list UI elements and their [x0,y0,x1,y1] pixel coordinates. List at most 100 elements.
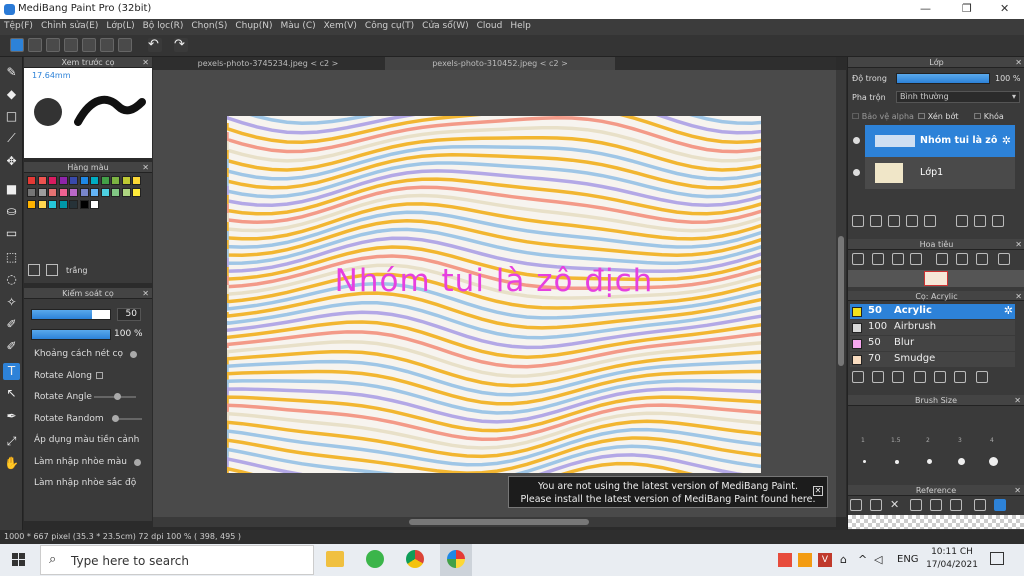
brush-tool-icon[interactable]: ✎ [3,64,20,81]
fit-screen-icon[interactable] [956,253,968,265]
share-icon[interactable] [28,38,42,52]
close-icon[interactable]: ✕ [890,499,902,511]
brush-opacity-slider[interactable] [31,329,111,340]
select-eraser-icon[interactable]: ✐ [3,338,20,355]
rotate-random-slider[interactable] [112,415,142,422]
protect-alpha-checkbox[interactable]: ☐ Bảo vệ alpha [852,112,914,121]
menu-tools[interactable]: Công cụ(T) [361,19,418,31]
tray-network-icon[interactable]: ⌂ [840,553,847,566]
color-swatch[interactable] [37,200,47,209]
menu-snap[interactable]: Chụp(N) [231,19,276,31]
text-tool-icon[interactable]: T [3,363,20,380]
gradient-tool-icon[interactable]: ▭ [3,225,20,242]
new-1bit-layer-icon[interactable] [906,215,918,227]
brush-size-value[interactable]: 50 [117,308,141,321]
panel-close-icon[interactable]: ✕ [1014,485,1021,496]
panel-close-icon[interactable]: ✕ [1014,395,1021,406]
gear-icon[interactable]: ✲ [1002,134,1011,147]
panel-close-icon[interactable]: ✕ [142,288,149,299]
medibang-taskbar-button[interactable] [440,544,472,576]
color-swatch[interactable] [58,200,68,209]
color-swatch[interactable] [69,188,78,197]
color-swatch[interactable] [111,188,120,197]
reference-canvas[interactable] [848,515,1024,529]
gear-icon[interactable]: ✲ [1004,304,1013,317]
menu-view[interactable]: Xem(V) [320,19,361,31]
select-pen-icon[interactable]: ✐ [3,316,20,333]
trash-icon[interactable] [992,215,1004,227]
fit-icon[interactable] [892,253,904,265]
comment-icon[interactable] [46,38,60,52]
color-swatch[interactable] [79,200,89,209]
notification-icon[interactable] [990,552,1004,565]
menu-color[interactable]: Màu (C) [277,19,320,31]
menu-filter[interactable]: Bộ lọc(R) [139,19,188,31]
tab-document-2[interactable]: pexels-photo-310452.jpeg < c2 > [385,57,615,70]
app-icon[interactable] [366,550,384,568]
undo-icon[interactable]: ↶ [148,38,162,52]
color-swatch[interactable] [132,176,141,185]
color-swatch[interactable] [100,176,110,185]
cloud-brush-icon[interactable] [852,371,864,383]
brush-item-acrylic[interactable]: 50 Acrylic ✲ [850,304,1015,319]
page-icon[interactable] [100,38,114,52]
document-icon[interactable] [82,38,96,52]
flip-icon[interactable] [998,253,1010,265]
navigator-preview[interactable] [848,270,1024,287]
move-tool-icon[interactable]: ✥ [3,153,20,170]
tray-app-icon[interactable] [798,553,812,567]
update-notice[interactable]: You are not using the latest version of … [508,476,828,508]
tray-language[interactable]: ENG [897,554,919,565]
menu-layer[interactable]: Lớp(L) [102,19,138,31]
color-swatch[interactable] [90,176,99,185]
horizontal-scrollbar[interactable] [153,517,836,527]
lasso-tool-icon[interactable]: ◌ [3,271,20,288]
duplicate-layer-icon[interactable] [956,215,968,227]
new-8bit-layer-icon[interactable] [888,215,900,227]
rotate-left-icon[interactable] [936,253,948,265]
color-swatch[interactable] [27,188,36,197]
color-swatch[interactable] [111,176,120,185]
layer-opacity-slider[interactable] [896,73,990,84]
chrome-icon[interactable] [406,550,424,568]
menu-cloud[interactable]: Cloud [473,19,507,31]
minimize-button[interactable]: — [920,2,931,15]
merge-layer-icon[interactable] [974,215,986,227]
maximize-button[interactable]: ❐ [962,2,972,15]
taskbar-search-box[interactable]: ⌕ Type here to search [40,545,314,575]
layer-row-selected[interactable]: Nhóm tui là zô ✲ [865,125,1015,157]
size-dot[interactable] [958,458,965,465]
zoom-in-icon[interactable] [910,499,922,511]
tray-shield-icon[interactable] [778,553,792,567]
file-explorer-icon[interactable] [326,551,344,567]
duplicate-brush-icon[interactable] [954,371,966,383]
cloud-icon[interactable] [10,38,24,52]
open-icon[interactable] [870,499,882,511]
grid-icon[interactable] [118,38,132,52]
layer-visibility-icon[interactable] [853,137,860,144]
color-swatch[interactable] [90,188,99,197]
panel-close-icon[interactable]: ✕ [142,162,149,173]
folder-icon[interactable] [934,371,946,383]
rectangle-tool-icon[interactable]: □ [3,108,20,125]
trash-icon[interactable] [976,371,988,383]
panel-close-icon[interactable]: ✕ [1015,239,1022,250]
rotate-angle-slider[interactable] [94,393,136,400]
color-swatch[interactable] [69,176,78,185]
rotate-along-checkbox[interactable] [96,372,103,379]
brush-item-blur[interactable]: 50 Blur [850,336,1015,351]
color-swatch[interactable] [132,188,141,197]
zoom-out-icon[interactable] [950,499,962,511]
tray-volume-icon[interactable]: ◁ [874,553,882,566]
color-swatch[interactable] [90,200,99,209]
bucket-tool-icon[interactable]: ⛀ [3,203,20,220]
tab-document-1[interactable]: pexels-photo-3745234.jpeg < c2 > [153,57,383,70]
color-swatch[interactable] [37,188,47,197]
close-button[interactable]: ✕ [1000,2,1009,15]
spacing-knob[interactable] [130,351,137,358]
message-icon[interactable] [64,38,78,52]
brush-size-slider[interactable] [31,309,111,320]
tray-clock[interactable]: 10:11 CH 17/04/2021 [926,547,978,570]
color-swatch[interactable] [27,176,36,185]
brush-size-grid[interactable]: 1 1.5 2 3 4 [848,406,1012,480]
